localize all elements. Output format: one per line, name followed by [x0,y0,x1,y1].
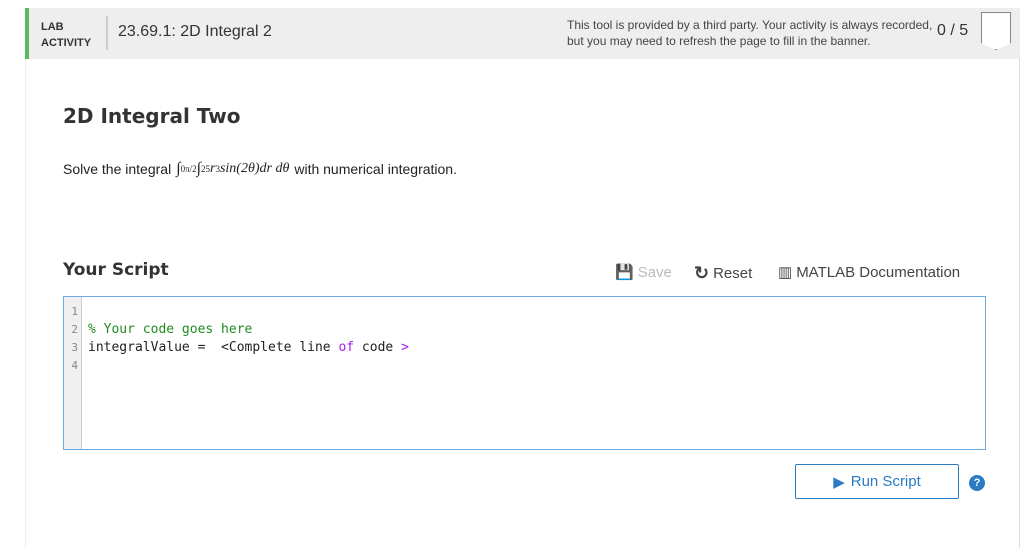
problem-prompt: Solve the integral ∫ 0 π/2 ∫ 2 5 r 3 sin(2θ)dr… [63,160,457,178]
book-icon: ▥ [778,264,793,281]
third-party-notice: This tool is provided by a third party. … [567,18,933,48]
activity-title: 23.69.1: 2D Integral 2 [118,23,272,40]
line-numbers: 1234 [64,297,82,449]
play-icon: ▶ [833,473,845,491]
matlab-documentation-link[interactable]: ▥ MATLAB Documentation [778,263,960,282]
score: 0 / 5 [937,22,969,39]
completion-badge-icon [981,12,1011,50]
lab-activity-label: LAB ACTIVITY [41,21,92,49]
prompt-text: with numerical integration. [294,161,457,177]
save-button[interactable]: 💾 Save [615,263,672,282]
reset-icon: ↻ [694,263,710,283]
integral-formula: ∫ 0 π/2 ∫ 2 5 r 3 sin(2θ)dr dθ [176,160,290,177]
script-heading: Your Script [63,260,169,280]
run-script-button[interactable]: ▶ Run Script [795,464,959,499]
divider [106,16,108,50]
activity-header: LAB ACTIVITY 23.69.1: 2D Integral 2 This … [25,8,1020,59]
reset-button[interactable]: ↻ Reset [694,263,752,284]
page-title: 2D Integral Two [63,104,241,128]
prompt-text: Solve the integral [63,161,172,177]
code-editor[interactable]: 1234 % Your code goes here integralValue … [63,296,986,450]
save-icon: 💾 [615,264,634,281]
help-icon[interactable]: ? [969,475,985,491]
code-content[interactable]: % Your code goes here integralValue = <Co… [88,303,409,375]
